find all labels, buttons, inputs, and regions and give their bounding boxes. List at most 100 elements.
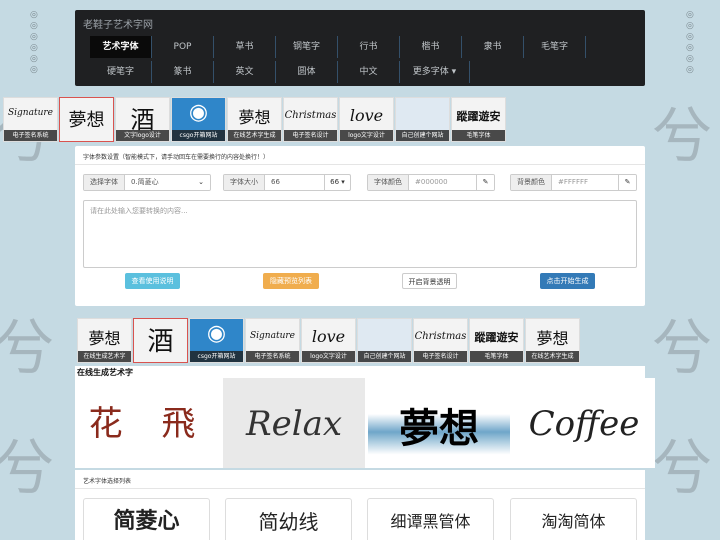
ad-thumb[interactable]: 蹤躍遊安 毛笔字体 xyxy=(469,318,524,363)
ad-thumb-art: 夢想 xyxy=(88,329,121,348)
nav-item-pop[interactable]: POP xyxy=(152,36,214,58)
ad-thumb-art: 夢想 xyxy=(68,110,105,131)
showcase-title: 在线生成艺术字 xyxy=(77,368,133,377)
background-glyph-left-2: 兮 xyxy=(0,314,54,384)
ad-thumb-art: 夢想 xyxy=(238,108,271,127)
ad-thumb-art: Christmas xyxy=(414,331,467,342)
font-card[interactable]: 细谭黑管体 xyxy=(367,498,494,540)
background-glyph-right-3: 兮 xyxy=(652,434,712,504)
ad-thumb-art: Christmas xyxy=(284,110,337,121)
chevron-down-icon: ⌄ xyxy=(192,175,210,190)
ad-thumbnails-mid: 夢想 在线生成艺术字 酒 ◉ csgo开箱网站 Signature 电子签名系统 lo… xyxy=(77,318,581,363)
font-select[interactable]: 选择字体 0.简菱心 ⌄ xyxy=(83,174,211,191)
nav-item-zhuanshu[interactable]: 篆书 xyxy=(152,61,214,83)
nav-row-2: 硬笔字 篆书 英文 圆体 中文 更多字体 ▾ xyxy=(90,61,470,83)
color-picker-icon[interactable]: ✎ xyxy=(618,175,636,190)
ad-thumb[interactable]: ◉ csgo开箱网站 xyxy=(171,97,226,142)
nav-item-pen[interactable]: 钢笔字 xyxy=(276,36,338,58)
ad-thumb-label: 电子签名系统 xyxy=(246,351,299,362)
font-card[interactable]: 淘淘简体 xyxy=(510,498,637,540)
divider xyxy=(75,164,645,165)
color-picker-icon[interactable]: ✎ xyxy=(476,175,494,190)
background-glyph-right-1: 兮 xyxy=(652,102,712,172)
ad-thumb-label: 毛笔字体 xyxy=(452,130,505,141)
ad-thumb[interactable]: 夢想 在线艺术字生成 xyxy=(227,97,282,142)
ad-thumb[interactable]: Christmas 电子签名设计 xyxy=(283,97,338,142)
ad-thumb[interactable]: Signature 电子签名系统 xyxy=(3,97,58,142)
nav-row-1: 艺术字体 POP 草书 钢笔字 行书 楷书 隶书 毛笔字 xyxy=(90,36,586,58)
showcase-item[interactable]: Relax xyxy=(223,378,365,468)
showcase-item[interactable]: 夢想 xyxy=(368,378,510,468)
nav-item-hard-pen[interactable]: 硬笔字 xyxy=(90,61,152,83)
font-color-label: 字体颜色 xyxy=(368,175,409,190)
site-brand[interactable]: 老鞋子艺术字网 xyxy=(83,16,153,31)
font-size-label: 字体大小 xyxy=(224,175,265,190)
top-navbar: 老鞋子艺术字网 艺术字体 POP 草书 钢笔字 行书 楷书 隶书 毛笔字 硬笔字… xyxy=(75,10,645,86)
ad-thumb-art: Signature xyxy=(7,108,53,118)
background-pattern-right: ◎ ◎ ◎ ◎ ◎ ◎ xyxy=(686,10,694,75)
content-textarea[interactable]: 请在此处输入您要转换的内容... xyxy=(83,200,637,268)
ad-thumb[interactable]: love logo文字设计 xyxy=(339,97,394,142)
divider xyxy=(75,488,645,489)
ad-thumb[interactable]: love logo文字设计 xyxy=(301,318,356,363)
ad-thumb[interactable]: 夢想 在线艺术字生成 xyxy=(525,318,580,363)
font-card[interactable]: 简菱心 xyxy=(83,498,210,540)
nav-item-lishu[interactable]: 隶书 xyxy=(462,36,524,58)
generate-button[interactable]: 点击开始生成 xyxy=(540,273,595,289)
ad-thumb-art: ◉ xyxy=(188,100,209,125)
ad-thumb[interactable]: ◉ csgo开箱网站 xyxy=(189,318,244,363)
ad-thumb[interactable]: 蹤躍遊安 毛笔字体 xyxy=(451,97,506,142)
ad-thumb-label: logo文字设计 xyxy=(340,130,393,141)
help-button[interactable]: 查看使用说明 xyxy=(125,273,180,289)
nav-item-kaishu[interactable]: 楷书 xyxy=(400,36,462,58)
bg-color-label: 背景颜色 xyxy=(511,175,552,190)
ad-thumb-label: logo文字设计 xyxy=(302,351,355,362)
nav-item-caoshu[interactable]: 草书 xyxy=(214,36,276,58)
font-color-field: 字体颜色 #000000 ✎ xyxy=(367,174,495,191)
ad-thumb-label: 电子签名设计 xyxy=(284,130,337,141)
font-size-input[interactable]: 66 xyxy=(265,175,324,190)
nav-item-xingshu[interactable]: 行书 xyxy=(338,36,400,58)
nav-item-chinese[interactable]: 中文 xyxy=(338,61,400,83)
background-glyph-right-2: 兮 xyxy=(652,314,712,384)
ad-thumb-art: 酒 xyxy=(147,327,174,357)
ad-thumb-art: love xyxy=(311,327,346,346)
showcase-item-art: 花 飛 xyxy=(88,404,210,444)
ad-thumb[interactable]: 夢想 xyxy=(59,97,114,142)
ad-thumb[interactable]: Christmas 电子签名设计 xyxy=(413,318,468,363)
ad-thumb-label: 自己创建个网站 xyxy=(396,130,449,141)
background-glyph-left-3: 兮 xyxy=(0,434,54,504)
font-size-field: 字体大小 66 66 ▾ xyxy=(223,174,351,191)
showcase-item[interactable]: 花 飛 xyxy=(78,378,220,468)
nav-item-round[interactable]: 圆体 xyxy=(276,61,338,83)
ad-thumb-art: ◉ xyxy=(206,321,227,346)
font-card[interactable]: 简幼线 xyxy=(225,498,352,540)
ad-thumb-label: 自己创建个网站 xyxy=(358,351,411,362)
font-size-dropdown[interactable]: 66 ▾ xyxy=(324,175,350,190)
ad-thumb-label: csgo开箱网站 xyxy=(190,351,243,362)
ad-thumb[interactable]: 夢想 在线生成艺术字 xyxy=(77,318,132,363)
ad-thumb-label: 在线艺术字生成 xyxy=(526,351,579,362)
ad-thumb[interactable]: 自己创建个网站 xyxy=(357,318,412,363)
font-color-input[interactable]: #000000 xyxy=(409,175,476,190)
ad-thumb[interactable]: Signature 电子签名系统 xyxy=(245,318,300,363)
nav-item-brush[interactable]: 毛笔字 xyxy=(524,36,586,58)
font-select-value[interactable]: 0.简菱心 xyxy=(125,175,192,190)
transparent-bg-button[interactable]: 开启背景透明 xyxy=(402,273,457,289)
bg-color-input[interactable]: #FFFFFF xyxy=(552,175,618,190)
nav-item-art-font[interactable]: 艺术字体 xyxy=(90,36,152,58)
ad-thumb-art: 夢想 xyxy=(536,329,569,348)
ad-thumb[interactable]: 酒 xyxy=(133,318,188,363)
showcase-item[interactable]: Coffee xyxy=(513,378,655,468)
ad-thumbnails-top: Signature 电子签名系统 夢想 酒文字logo设计 ◉ csgo开箱网站 夢… xyxy=(3,97,507,142)
ad-thumb[interactable]: 自己创建个网站 xyxy=(395,97,450,142)
ad-thumb-art: love xyxy=(349,106,384,125)
background-pattern-left: ◎ ◎ ◎ ◎ ◎ ◎ xyxy=(30,10,38,75)
nav-item-more-fonts[interactable]: 更多字体 ▾ xyxy=(400,61,470,83)
nav-item-english[interactable]: 英文 xyxy=(214,61,276,83)
bg-color-field: 背景颜色 #FFFFFF ✎ xyxy=(510,174,637,191)
ad-thumb[interactable]: 酒文字logo设计 xyxy=(115,97,170,142)
ad-thumb-label: 电子签名设计 xyxy=(414,351,467,362)
hide-preview-button[interactable]: 隐藏预览列表 xyxy=(263,273,319,289)
showcase-item-art: Relax xyxy=(245,404,343,444)
